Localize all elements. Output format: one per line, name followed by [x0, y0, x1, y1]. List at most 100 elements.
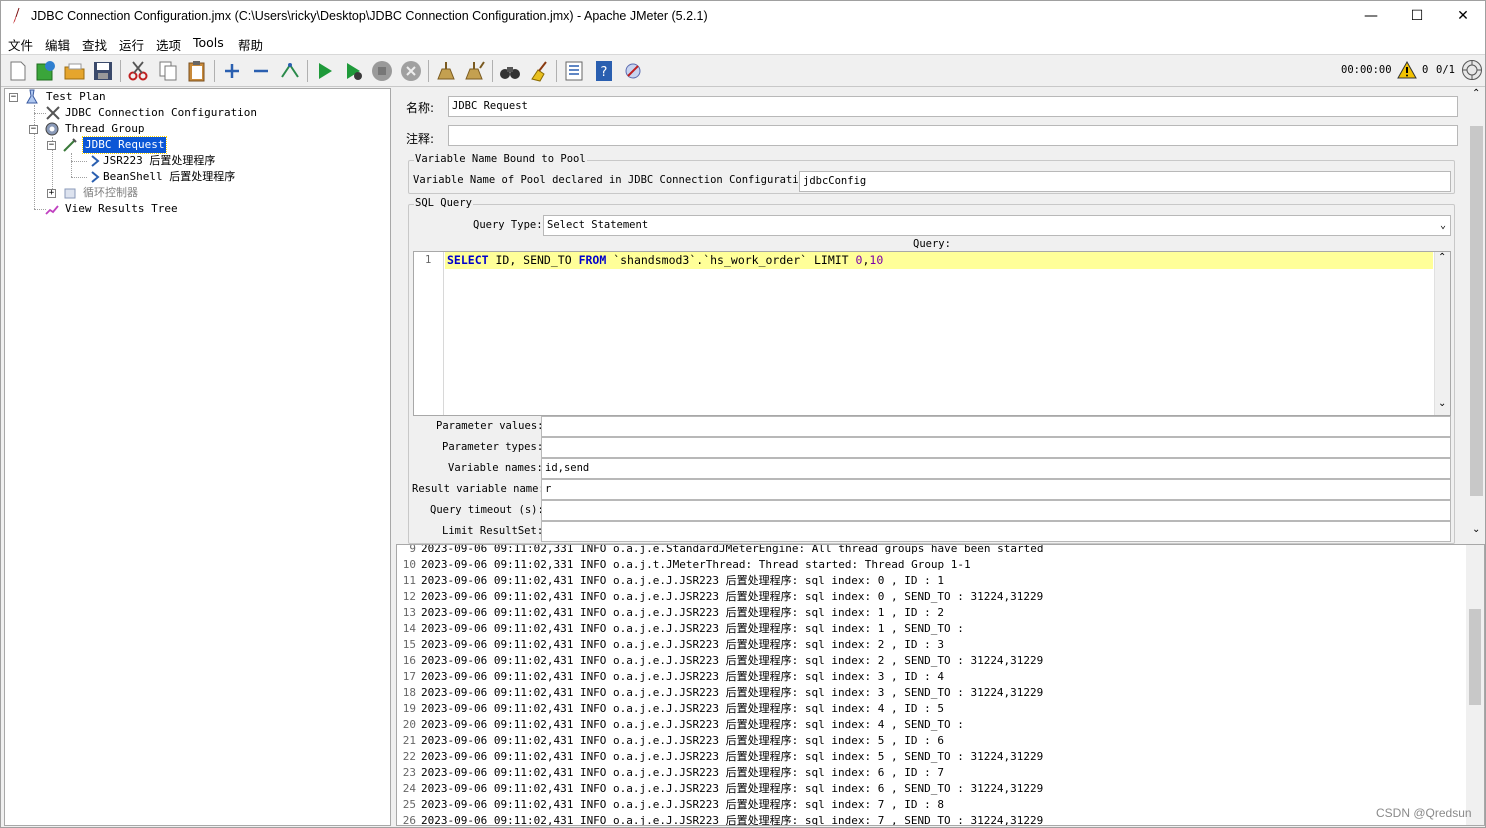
open-icon[interactable] [63, 59, 87, 83]
search-icon[interactable] [498, 59, 522, 83]
tree-item-loop-controller[interactable]: 循环控制器 [83, 185, 138, 201]
pool-group: Variable Name Bound to Pool Variable Nam… [408, 153, 1455, 194]
function-helper-icon[interactable] [562, 59, 586, 83]
parameter-types-label: Parameter types: [442, 441, 544, 453]
paste-icon[interactable] [185, 59, 209, 83]
limit-resultset-label: Limit ResultSet: [442, 525, 544, 537]
clear-icon[interactable] [434, 59, 458, 83]
menu-help[interactable]: 帮助 [238, 35, 263, 54]
log-line: 25 2023-09-06 09:11:02,431 INFO o.a.j.e.J… [397, 797, 944, 813]
log-line-number: 25 [402, 798, 416, 811]
watermark: CSDN @Qredsun [1376, 806, 1472, 820]
panel-scrollbar[interactable]: ⌃ ⌄ [1468, 88, 1485, 541]
tree-item-test-plan[interactable]: Test Plan [46, 89, 106, 105]
log-line-number: 13 [402, 606, 416, 619]
log-line-number: 12 [402, 590, 416, 603]
test-plan-icon [26, 89, 38, 104]
wrench-icon [46, 106, 60, 120]
log-line: 18 2023-09-06 09:11:02,431 INFO o.a.j.e.J… [397, 685, 1044, 701]
menu-edit[interactable]: 编辑 [45, 35, 70, 54]
limit-resultset-input[interactable] [541, 521, 1451, 542]
query-type-select[interactable]: Select Statement ⌄ [543, 215, 1451, 236]
editor-scrollbar[interactable]: ⌃ ⌄ [1434, 252, 1450, 415]
chevron-up-icon[interactable]: ⌃ [1472, 88, 1480, 99]
templates-icon[interactable] [33, 59, 57, 83]
scrollbar-thumb[interactable] [1469, 609, 1481, 705]
shutdown-icon[interactable] [399, 59, 423, 83]
pool-input[interactable]: jdbcConfig [799, 171, 1451, 192]
minimize-button[interactable]: — [1348, 1, 1394, 32]
menu-bar: 文件 编辑 查找 运行 选项 Tools 帮助 [1, 32, 1485, 54]
close-button[interactable]: ✕ [1440, 1, 1486, 32]
save-icon[interactable] [91, 59, 115, 83]
log-line: 26 2023-09-06 09:11:02,431 INFO o.a.j.e.J… [397, 813, 1044, 825]
log-line: 16 2023-09-06 09:11:02,431 INFO o.a.j.e.J… [397, 653, 1044, 669]
toolbar-separator [214, 60, 215, 82]
result-variable-label: Result variable name: [412, 483, 545, 495]
test-plan-tree: − Test Plan JDBC Connection Configuratio… [4, 88, 391, 826]
query-timeout-input[interactable] [541, 500, 1451, 521]
new-icon[interactable] [6, 59, 30, 83]
query-label: Query: [913, 238, 951, 250]
tree-line [71, 177, 87, 178]
tree-collapse-toggle[interactable]: − [47, 141, 56, 150]
comment-input[interactable] [448, 125, 1458, 146]
log-line-text: 2023-09-06 09:11:02,331 INFO o.a.j.e.Sta… [421, 544, 1044, 555]
menu-search[interactable]: 查找 [82, 35, 107, 54]
title-bar: JDBC Connection Configuration.jmx (C:\Us… [1, 1, 1485, 32]
log-line-text: 2023-09-06 09:11:02,431 INFO o.a.j.e.J.J… [421, 798, 944, 811]
tree-collapse-toggle[interactable]: − [9, 93, 18, 102]
cut-icon[interactable] [126, 59, 150, 83]
log-line-text: 2023-09-06 09:11:02,431 INFO o.a.j.e.J.J… [421, 574, 944, 587]
toggle-icon[interactable] [278, 59, 302, 83]
variable-names-input[interactable]: id,send [541, 458, 1451, 479]
tree-item-thread-group[interactable]: Thread Group [65, 121, 144, 137]
sql-keyword: SELECT [447, 253, 489, 267]
expand-icon[interactable] [220, 59, 244, 83]
tree-collapse-toggle[interactable]: − [29, 125, 38, 134]
parameter-values-input[interactable] [541, 416, 1451, 437]
log-line-text: 2023-09-06 09:11:02,431 INFO o.a.j.e.J.J… [421, 686, 1044, 699]
clear-all-icon[interactable] [463, 59, 487, 83]
tree-item-view-results-tree[interactable]: View Results Tree [65, 201, 178, 217]
start-no-pause-icon[interactable] [341, 59, 365, 83]
remote-icon[interactable] [621, 59, 645, 83]
stop-icon[interactable] [370, 59, 394, 83]
arrow-icon [91, 155, 100, 167]
chevron-up-icon[interactable]: ⌃ [1438, 252, 1446, 263]
log-line-number: 18 [402, 686, 416, 699]
name-input[interactable]: JDBC Request [448, 96, 1458, 117]
menu-file[interactable]: 文件 [8, 35, 33, 54]
copy-icon[interactable] [156, 59, 180, 83]
scrollbar-thumb[interactable] [1470, 126, 1483, 496]
help-icon[interactable]: ? [592, 59, 616, 83]
tree-expand-toggle[interactable]: + [47, 189, 56, 198]
toolbar-separator [120, 60, 121, 82]
tree-item-jdbc-config[interactable]: JDBC Connection Configuration [65, 105, 257, 121]
parameter-types-input[interactable] [541, 437, 1451, 458]
window-title: JDBC Connection Configuration.jmx (C:\Us… [31, 9, 708, 23]
line-number: 1 [425, 254, 432, 266]
query-type-value: Select Statement [547, 219, 649, 231]
log-line-number: 21 [402, 734, 416, 747]
log-line-number: 14 [402, 622, 416, 635]
result-variable-input[interactable]: r [541, 479, 1451, 500]
tree-item-beanshell[interactable]: BeanShell 后置处理程序 [103, 169, 235, 185]
chevron-down-icon[interactable]: ⌄ [1438, 398, 1446, 409]
menu-tools[interactable]: Tools [193, 35, 224, 50]
reset-search-icon[interactable] [527, 59, 551, 83]
warning-icon[interactable] [1397, 60, 1417, 80]
log-scrollbar[interactable] [1466, 545, 1484, 825]
pipette-icon [63, 138, 77, 152]
menu-options[interactable]: 选项 [156, 35, 181, 54]
menu-run[interactable]: 运行 [119, 35, 144, 54]
collapse-icon[interactable] [249, 59, 273, 83]
start-icon[interactable] [313, 59, 337, 83]
chevron-down-icon[interactable]: ⌄ [1472, 524, 1480, 535]
sql-query-editor[interactable]: 1 SELECT ID, SEND_TO FROM `shandsmod3`.`… [413, 251, 1451, 416]
log-viewer[interactable]: 9 2023-09-06 09:11:02,331 INFO o.a.j.e.St… [396, 544, 1485, 826]
tree-item-jdbc-request[interactable]: JDBC Request [81, 136, 168, 154]
maximize-button[interactable]: ☐ [1394, 1, 1440, 32]
tree-line [34, 105, 35, 209]
tree-item-jsr223[interactable]: JSR223 后置处理程序 [103, 153, 215, 169]
